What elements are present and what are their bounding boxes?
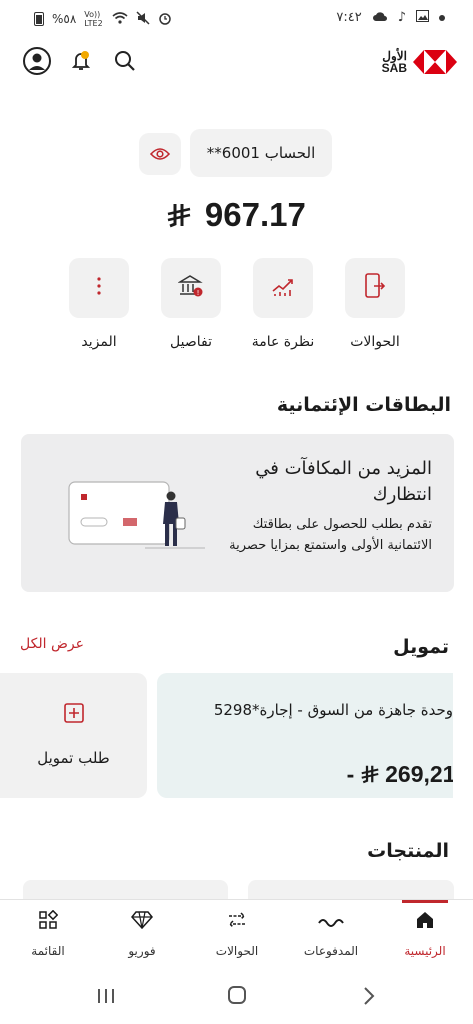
home-icon	[415, 910, 435, 934]
clock: ٧:٤٢	[336, 10, 362, 25]
notification-dot-icon	[439, 14, 445, 21]
tile-label-transfers: الحوالات	[350, 334, 400, 350]
top-actions	[22, 46, 140, 76]
promo-heading: المزيد من المكافآت في انتظارك	[255, 458, 432, 505]
cloud-icon	[372, 11, 388, 25]
transfer-arrows-icon	[227, 911, 247, 933]
nav-home-label: الرئيسية	[404, 944, 446, 958]
request-financing-card[interactable]: طلب تمويل	[0, 673, 147, 798]
recent-apps-icon[interactable]	[96, 987, 116, 1009]
tile-label-details: تفاصيل	[170, 334, 212, 350]
battery-level: %٥٨	[52, 12, 77, 26]
credit-card-promo[interactable]: المزيد من المكافآت في انتظارك تقدم بطلب …	[21, 434, 454, 592]
logo-english: SAB	[381, 61, 407, 75]
overview-tile[interactable]	[253, 258, 313, 318]
back-icon[interactable]	[362, 986, 376, 1010]
sab-logo: الأول SAB	[381, 50, 457, 75]
financing-card-title: وحدة جاهزة من السوق - إجارة*5298	[213, 701, 453, 719]
wifi-icon	[112, 11, 128, 27]
tile-label-overview: نظرة عامة	[251, 334, 315, 350]
card-illustration-icon	[65, 472, 215, 558]
svg-text:!: !	[197, 289, 200, 297]
mute-icon	[136, 10, 150, 28]
gallery-icon	[416, 10, 429, 25]
account-balance: 967.17	[0, 196, 473, 234]
transfer-phone-icon	[364, 273, 386, 303]
nav-menu[interactable]: القائمة	[3, 900, 93, 976]
account-selector[interactable]: الحساب 6001**	[190, 129, 332, 177]
profile-icon[interactable]	[22, 46, 52, 76]
request-financing-label: طلب تمويل	[37, 749, 110, 767]
more-tile[interactable]	[69, 258, 129, 318]
financing-card[interactable]: وحدة جاهزة من السوق - إجارة*5298 - 269,2…	[157, 673, 453, 798]
riyal-small-icon	[361, 761, 379, 787]
more-vertical-icon	[96, 276, 102, 300]
nav-menu-label: القائمة	[31, 944, 65, 958]
chart-icon	[271, 275, 295, 301]
search-icon[interactable]	[110, 46, 140, 76]
promo-text: تقدم بطلب للحصول على بطاقتك الائتمانية ا…	[229, 517, 432, 553]
nav-transfers[interactable]: الحوالات	[192, 900, 282, 976]
view-all-link[interactable]: عرض الكل	[20, 636, 84, 652]
nav-payments-label: المدفوعات	[303, 944, 359, 958]
transfers-tile[interactable]	[345, 258, 405, 318]
notification-bell-icon[interactable]	[72, 46, 90, 76]
home-button-icon[interactable]	[227, 985, 247, 1009]
nav-home[interactable]: الرئيسية	[380, 900, 470, 976]
balance-amount: 967.17	[204, 196, 306, 233]
sadad-icon	[317, 915, 345, 930]
show-balance-eye-icon[interactable]	[139, 133, 181, 175]
bank-icon: !	[177, 274, 204, 302]
nav-payments[interactable]: المدفوعات	[286, 900, 376, 976]
tiktok-icon: ♪	[397, 10, 406, 25]
financing-title: تمويل	[393, 636, 449, 658]
grid-icon	[38, 909, 59, 934]
nav-transfers-label: الحوالات	[215, 944, 259, 958]
status-bar: %٥٨ Vo)) LTE2 ٧:٤٢ ♪	[0, 0, 473, 36]
add-square-icon	[64, 703, 84, 727]
financing-card-amount: - 269,211	[347, 761, 453, 788]
diamond-icon	[131, 910, 153, 934]
credit-cards-title: البطاقات الإئتمانية	[276, 394, 451, 416]
bottom-navigation: الرئيسية المدفوعات الحوالات فوريو القائم…	[0, 899, 473, 975]
nav-forio[interactable]: فوريو	[97, 900, 187, 976]
battery-icon	[34, 12, 44, 26]
nav-forio-label: فوريو	[128, 944, 156, 958]
tile-label-more: المزيد	[81, 334, 117, 350]
details-tile[interactable]: !	[161, 258, 221, 318]
hexagon-logo-icon	[413, 50, 457, 74]
alarm-icon	[158, 11, 172, 28]
system-navigation-bar	[0, 975, 473, 1024]
riyal-currency-icon	[167, 201, 199, 232]
financing-amount-value: 269,211	[385, 761, 453, 787]
products-title: المنتجات	[367, 840, 449, 862]
network-indicator: Vo)) LTE2	[84, 10, 103, 28]
